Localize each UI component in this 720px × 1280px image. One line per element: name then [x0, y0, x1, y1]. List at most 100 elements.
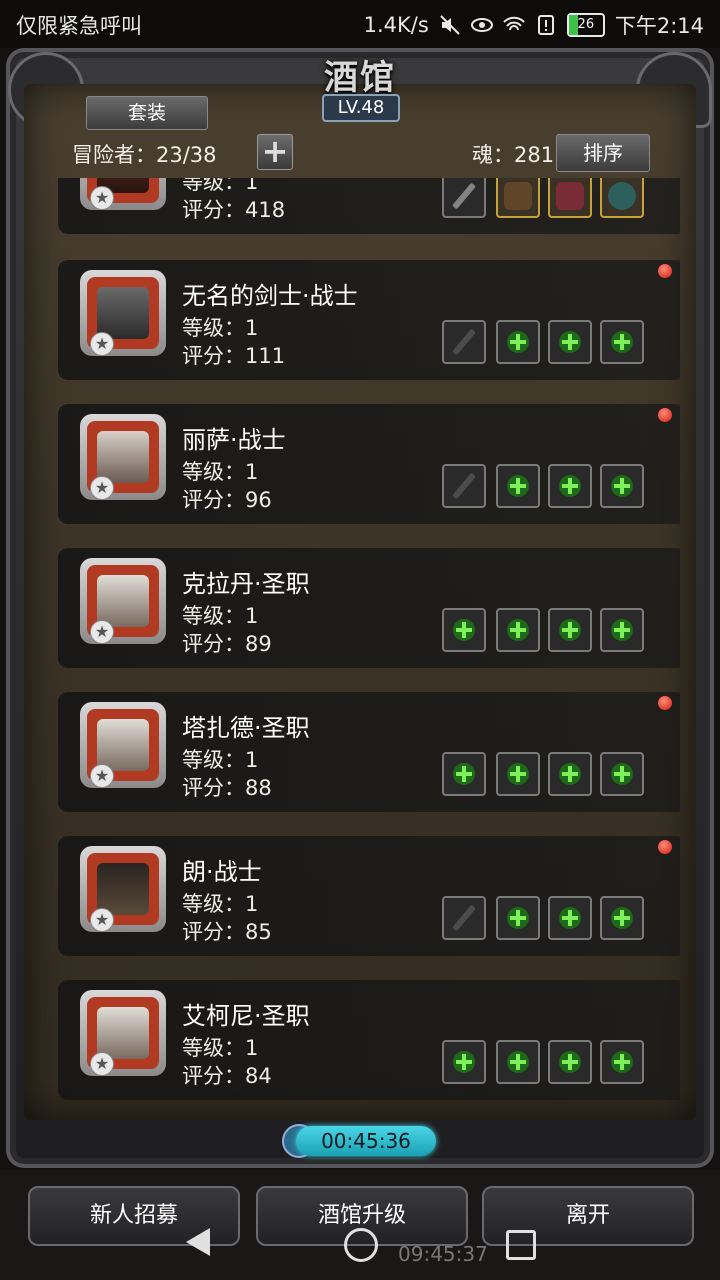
add-plus-icon — [559, 331, 581, 353]
weapon-slot[interactable] — [442, 178, 486, 218]
hero-score: 评分：84 — [182, 1064, 272, 1088]
hero-level: 等级：1 — [182, 316, 259, 340]
armor-slot-add[interactable] — [496, 896, 540, 940]
notification-dot — [658, 264, 672, 278]
hero-card[interactable]: ★ 无名的剑士·战士 等级：1 评分：111 — [58, 260, 680, 380]
hero-level: 等级：1 — [182, 748, 259, 772]
star-icon: ★ — [90, 1052, 114, 1076]
add-plus-icon — [559, 1051, 581, 1073]
hero-name: 无名的剑士·战士 — [182, 282, 358, 310]
armor-slot-add[interactable] — [496, 608, 540, 652]
weapon-slot[interactable] — [442, 320, 486, 364]
star-icon: ★ — [90, 476, 114, 500]
add-plus-icon — [611, 331, 633, 353]
ring-slot-add[interactable] — [600, 608, 644, 652]
star-icon: ★ — [90, 332, 114, 356]
add-plus-icon — [453, 1051, 475, 1073]
notification-dot — [658, 408, 672, 422]
add-plus-icon — [611, 907, 633, 929]
eye-icon — [470, 14, 493, 36]
hero-name: 克拉丹·圣职 — [182, 570, 310, 598]
hero-score: 评分：418 — [182, 198, 286, 222]
weapon-slot-add[interactable] — [442, 1040, 486, 1084]
ring-slot-add[interactable] — [600, 320, 644, 364]
nav-back-icon[interactable] — [186, 1228, 210, 1256]
accessory-slot-add[interactable] — [548, 464, 592, 508]
hero-score: 评分：85 — [182, 920, 272, 944]
add-plus-icon — [559, 763, 581, 785]
battery-level: 26 — [577, 17, 595, 32]
status-bar: 仅限紧急呼叫 1.4K/s 26 下午2:14 — [0, 0, 720, 48]
hero-level: 等级：1 — [182, 604, 259, 628]
armor-slot-add[interactable] — [496, 464, 540, 508]
weapon-slot-add[interactable] — [442, 752, 486, 796]
star-icon: ★ — [90, 908, 114, 932]
star-icon: ★ — [90, 186, 114, 210]
hero-card[interactable]: ★ 克拉丹·圣职 等级：1 评分：89 — [58, 548, 680, 668]
hero-name: 朗·战士 — [182, 858, 262, 886]
hero-level: 等级：1 — [182, 460, 259, 484]
accessory-slot-add[interactable] — [548, 1040, 592, 1084]
hero-name: 丽萨·战士 — [182, 426, 286, 454]
accessory-slot-add[interactable] — [548, 320, 592, 364]
battery-icon: 26 — [566, 13, 605, 37]
armor-slot-add[interactable] — [496, 1040, 540, 1084]
ring-slot-add[interactable] — [600, 896, 644, 940]
add-plus-icon — [611, 475, 633, 497]
emergency-call-text: 仅限紧急呼叫 — [16, 14, 142, 38]
hero-card[interactable]: ★ 等级：1 评分：418 — [58, 178, 680, 234]
ring-slot-add[interactable] — [600, 1040, 644, 1084]
nav-home-icon[interactable] — [344, 1228, 378, 1262]
hero-score: 评分：89 — [182, 632, 272, 656]
add-plus-icon — [559, 619, 581, 641]
add-plus-icon — [507, 619, 529, 641]
accessory-slot-add[interactable] — [548, 752, 592, 796]
wifi-icon — [503, 14, 525, 36]
weapon-slot[interactable] — [442, 896, 486, 940]
hero-score: 评分：88 — [182, 776, 272, 800]
armor-slot[interactable] — [496, 178, 540, 218]
bottom-bar: 新人招募 酒馆升级 离开 — [0, 1170, 720, 1280]
hero-card[interactable]: ★ 艾柯尼·圣职 等级：1 评分：84 — [58, 980, 680, 1100]
add-plus-icon — [453, 763, 475, 785]
adventurer-count: 冒险者：23/38 — [72, 143, 217, 167]
hero-score: 评分：111 — [182, 344, 286, 368]
sort-button[interactable]: 排序 — [556, 134, 650, 172]
hero-name: 塔扎德·圣职 — [182, 714, 310, 742]
accessory-slot-add[interactable] — [548, 608, 592, 652]
add-plus-icon — [453, 619, 475, 641]
star-icon: ★ — [90, 764, 114, 788]
weapon-slot-add[interactable] — [442, 608, 486, 652]
hero-card[interactable]: ★ 朗·战士 等级：1 评分：85 — [58, 836, 680, 956]
notification-dot — [658, 696, 672, 710]
add-plus-icon — [507, 475, 529, 497]
hero-card[interactable]: ★ 丽萨·战士 等级：1 评分：96 — [58, 404, 680, 524]
add-plus-icon — [611, 1051, 633, 1073]
armor-slot-add[interactable] — [496, 752, 540, 796]
clock: 下午2:14 — [614, 14, 704, 38]
ring-slot[interactable] — [600, 178, 644, 218]
add-plus-icon — [559, 907, 581, 929]
hero-level: 等级：1 — [182, 1036, 259, 1060]
suit-button[interactable]: 套装 — [86, 96, 208, 130]
star-icon: ★ — [90, 620, 114, 644]
nav-recents-icon[interactable] — [506, 1230, 536, 1260]
hero-score: 评分：96 — [182, 488, 272, 512]
tavern-level-badge: LV.48 — [322, 94, 400, 122]
add-plus-icon — [507, 907, 529, 929]
helmet-slot[interactable] — [548, 178, 592, 218]
weapon-slot[interactable] — [442, 464, 486, 508]
armor-slot-add[interactable] — [496, 320, 540, 364]
add-plus-icon — [611, 763, 633, 785]
hero-list[interactable]: ★ 等级：1 评分：418 ★ 无名的剑士·战士 等级：1 评分：111 ★ 丽… — [40, 178, 680, 1104]
accessory-slot-add[interactable] — [548, 896, 592, 940]
add-plus-icon — [507, 1051, 529, 1073]
background-timer-text: 09:45:37 — [398, 1242, 488, 1266]
ring-slot-add[interactable] — [600, 464, 644, 508]
hero-card[interactable]: ★ 塔扎德·圣职 等级：1 评分：88 — [58, 692, 680, 812]
add-plus-icon — [559, 475, 581, 497]
notification-dot — [658, 840, 672, 854]
add-adventurer-slot-button[interactable]: + — [257, 134, 293, 170]
ring-slot-add[interactable] — [600, 752, 644, 796]
add-plus-icon — [611, 619, 633, 641]
